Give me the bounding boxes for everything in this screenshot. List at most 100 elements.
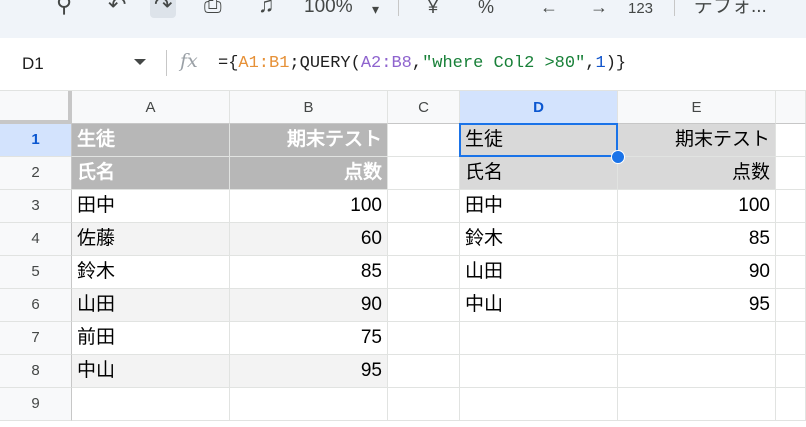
- row-header-7[interactable]: 7: [0, 322, 72, 355]
- cell-f3[interactable]: [776, 190, 806, 223]
- cell-a8[interactable]: 中山: [72, 355, 230, 388]
- cell-c3[interactable]: [388, 190, 460, 223]
- font-select[interactable]: デフォ...: [694, 0, 767, 20]
- formula-part: ;QUERY(: [289, 54, 361, 73]
- formula-bar-divider: [166, 50, 167, 76]
- cell-a6[interactable]: 山田: [72, 289, 230, 322]
- cell-b7[interactable]: 75: [230, 322, 388, 355]
- cell-b6[interactable]: 90: [230, 289, 388, 322]
- row-header-1[interactable]: 1: [0, 124, 72, 157]
- cell-c1[interactable]: [388, 124, 460, 157]
- cell-c6[interactable]: [388, 289, 460, 322]
- row-header-5[interactable]: 5: [0, 256, 72, 289]
- toolbar-divider: [674, 0, 675, 16]
- cell-c5[interactable]: [388, 256, 460, 289]
- column-header-a[interactable]: A: [72, 91, 230, 124]
- formula-part: )}: [605, 54, 627, 73]
- cell-c7[interactable]: [388, 322, 460, 355]
- cell-c4[interactable]: [388, 223, 460, 256]
- cell-d8[interactable]: [460, 355, 618, 388]
- name-box-dropdown-icon[interactable]: [134, 59, 146, 65]
- cell-b1[interactable]: 期末テスト: [230, 124, 388, 157]
- cell-d1[interactable]: 生徒: [460, 124, 618, 157]
- column-header-b[interactable]: B: [230, 91, 388, 124]
- row-header-3[interactable]: 3: [0, 190, 72, 223]
- cell-d4[interactable]: 鈴木: [460, 223, 618, 256]
- cell-b9[interactable]: [230, 388, 388, 421]
- cell-b2[interactable]: 点数: [230, 157, 388, 190]
- decrease-decimal-icon[interactable]: ←: [540, 0, 558, 20]
- column-header-e[interactable]: E: [618, 91, 776, 124]
- formula-range-a1-b1: A1:B1: [238, 54, 290, 73]
- cell-d2[interactable]: 氏名: [460, 157, 618, 190]
- print-icon[interactable]: ⎙: [204, 0, 222, 18]
- cell-e2[interactable]: 点数: [618, 157, 776, 190]
- cell-f6[interactable]: [776, 289, 806, 322]
- cell-f4[interactable]: [776, 223, 806, 256]
- cell-f8[interactable]: [776, 355, 806, 388]
- select-all-corner[interactable]: [0, 91, 72, 124]
- cell-f2[interactable]: [776, 157, 806, 190]
- cell-e1[interactable]: 期末テスト: [618, 124, 776, 157]
- cell-b4[interactable]: 60: [230, 223, 388, 256]
- column-header-f[interactable]: [776, 91, 806, 124]
- percent-format-button[interactable]: %: [478, 0, 494, 20]
- zoom-select[interactable]: 100%: [304, 0, 353, 20]
- cell-e8[interactable]: [618, 355, 776, 388]
- cell-a4[interactable]: 佐藤: [72, 223, 230, 256]
- row-header-9[interactable]: 9: [0, 388, 72, 421]
- cell-e4[interactable]: 85: [618, 223, 776, 256]
- formula-part: ,: [411, 54, 423, 73]
- cell-a2[interactable]: 氏名: [72, 157, 230, 190]
- cell-f1[interactable]: [776, 124, 806, 157]
- number-format-button[interactable]: 123: [628, 0, 653, 22]
- cell-e3[interactable]: 100: [618, 190, 776, 223]
- zoom-chevron-icon[interactable]: ▾: [372, 0, 379, 22]
- redo-icon[interactable]: ↷: [150, 0, 177, 18]
- cell-e5[interactable]: 90: [618, 256, 776, 289]
- cell-a5[interactable]: 鈴木: [72, 256, 230, 289]
- row-header-2[interactable]: 2: [0, 157, 72, 190]
- cell-b8[interactable]: 95: [230, 355, 388, 388]
- cell-c2[interactable]: [388, 157, 460, 190]
- cell-a9[interactable]: [72, 388, 230, 421]
- row-header-4[interactable]: 4: [0, 223, 72, 256]
- cell-e6[interactable]: 95: [618, 289, 776, 322]
- cell-a3[interactable]: 田中: [72, 190, 230, 223]
- toolbar: ⚲ ↶ ↷ ⎙ ♫ 100% ▾ ¥ % ← → 123 デフォ...: [0, 0, 806, 38]
- cell-b3[interactable]: 100: [230, 190, 388, 223]
- increase-decimal-icon[interactable]: →: [590, 0, 608, 20]
- cell-e9[interactable]: [618, 388, 776, 421]
- cell-e7[interactable]: [618, 322, 776, 355]
- cell-f5[interactable]: [776, 256, 806, 289]
- column-header-d[interactable]: D: [460, 91, 618, 124]
- paint-format-icon[interactable]: ♫: [258, 0, 275, 18]
- undo-icon[interactable]: ↶: [108, 0, 126, 18]
- cell-c9[interactable]: [388, 388, 460, 421]
- formula-part: ={: [218, 54, 239, 73]
- cell-d9[interactable]: [460, 388, 618, 421]
- cell-f7[interactable]: [776, 322, 806, 355]
- fx-icon: fx: [180, 50, 198, 72]
- cell-b5[interactable]: 85: [230, 256, 388, 289]
- cell-a1[interactable]: 生徒: [72, 124, 230, 157]
- formula-bar: D1 fx ={A1:B1;QUERY(A2:B8,"where Col2 >8…: [0, 38, 806, 91]
- cell-d3[interactable]: 田中: [460, 190, 618, 223]
- column-header-c[interactable]: C: [388, 91, 460, 124]
- name-box[interactable]: D1: [22, 54, 44, 74]
- row-header-6[interactable]: 6: [0, 289, 72, 322]
- cell-a7[interactable]: 前田: [72, 322, 230, 355]
- formula-part: ,: [585, 54, 596, 73]
- cell-c8[interactable]: [388, 355, 460, 388]
- formula-range-a2-b8: A2:B8: [360, 54, 412, 73]
- cell-f9[interactable]: [776, 388, 806, 421]
- cell-d6[interactable]: 中山: [460, 289, 618, 322]
- cell-d5[interactable]: 山田: [460, 256, 618, 289]
- search-menus-icon[interactable]: ⚲: [56, 0, 72, 18]
- cell-d7[interactable]: [460, 322, 618, 355]
- row-header-8[interactable]: 8: [0, 355, 72, 388]
- currency-format-button[interactable]: ¥: [428, 0, 438, 20]
- formula-input[interactable]: ={A1:B1;QUERY(A2:B8,"where Col2 >80",1)}: [218, 54, 626, 73]
- fill-handle[interactable]: [611, 150, 625, 164]
- formula-string: "where Col2 >80": [422, 54, 586, 73]
